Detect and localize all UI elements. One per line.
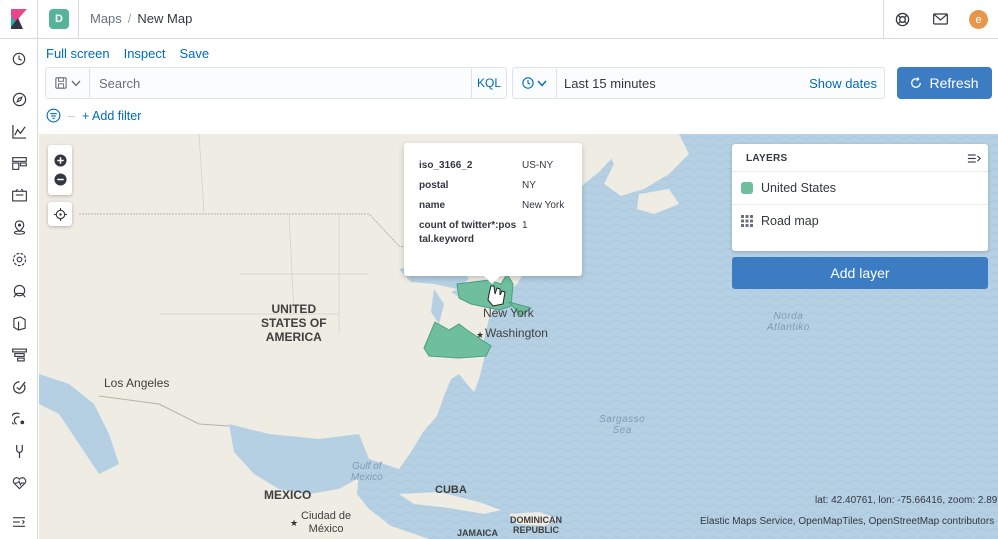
top-nav-menu: Full screen Inspect Save	[46, 46, 209, 61]
refresh-button[interactable]: Refresh	[897, 67, 992, 99]
layer-color-swatch	[741, 182, 753, 194]
tooltip-value: 1	[522, 220, 528, 231]
label-cuba: CUBA	[435, 484, 467, 496]
infrastructure-icon[interactable]	[10, 282, 28, 300]
breadcrumb: Maps / New Map	[90, 11, 192, 26]
header-divider	[883, 0, 884, 39]
label-gulf-of-mexico: Gulf of Mexico	[351, 461, 383, 483]
canvas-icon[interactable]	[10, 186, 28, 204]
grid-icon	[741, 215, 753, 227]
layer-label: United States	[761, 181, 837, 195]
saved-query-button[interactable]	[46, 68, 90, 98]
machine-learning-icon[interactable]	[10, 250, 28, 268]
svg-text:★: ★	[290, 519, 298, 529]
save-disk-icon	[54, 77, 67, 89]
label-jamaica: JAMAICA	[457, 528, 499, 538]
mail-icon[interactable]	[931, 10, 949, 28]
crosshair-icon	[53, 207, 67, 221]
date-picker: Last 15 minutes Show dates	[512, 67, 885, 99]
kibana-logo-icon	[10, 9, 27, 29]
tooltip-key: name	[419, 200, 446, 211]
zoom-in-icon[interactable]	[53, 154, 67, 167]
save-link[interactable]: Save	[180, 46, 210, 61]
label-washington: Washington	[485, 326, 548, 340]
maps-icon[interactable]	[10, 218, 28, 236]
monitoring-icon[interactable]	[10, 474, 28, 492]
label-dominican-republic: DOMINICAN REPUBLIC	[510, 515, 562, 535]
breadcrumb-separator: /	[127, 11, 132, 26]
layers-title: LAYERS	[746, 153, 788, 164]
tooltip-key: count of twitter*:postal.keyword	[419, 220, 517, 245]
chevron-down-icon	[70, 80, 81, 87]
chevron-down-icon	[537, 80, 547, 87]
help-icon[interactable]	[893, 10, 911, 28]
date-range-label[interactable]: Last 15 minutes	[564, 76, 656, 91]
add-filter-button[interactable]: + Add filter	[82, 109, 141, 123]
uptime-icon[interactable]	[10, 378, 28, 396]
tooltip-key: iso_3166_2	[419, 160, 473, 171]
tooltip-key: postal	[419, 180, 449, 191]
label-ciudad-de-mexico: Ciudad de México	[301, 510, 352, 535]
label-los-angeles: Los Angeles	[104, 376, 170, 390]
filter-separator: –	[68, 108, 75, 123]
tooltip-value: US-NY	[522, 160, 554, 171]
refresh-icon	[911, 77, 922, 88]
breadcrumb-current: New Map	[137, 11, 193, 26]
label-usa: UNITED STATES OF AMERICA	[261, 302, 327, 344]
refresh-label: Refresh	[929, 75, 979, 91]
recent-icon[interactable]	[10, 50, 28, 68]
side-navigation	[0, 39, 38, 539]
siem-icon[interactable]	[10, 410, 28, 428]
search-input[interactable]	[90, 68, 473, 98]
space-avatar[interactable]: D	[49, 9, 69, 29]
layers-panel: LAYERS United States Road map	[732, 144, 988, 251]
clock-icon	[522, 77, 534, 89]
map-attribution[interactable]: Elastic Maps Service, OpenMapTiles, Open…	[700, 516, 994, 527]
svg-text:★: ★	[476, 331, 484, 341]
layer-label: Road map	[761, 214, 819, 228]
label-north-atlantic: Norda Atlantiko	[767, 311, 810, 333]
inspect-link[interactable]: Inspect	[124, 46, 166, 61]
layer-item-united-states[interactable]: United States	[732, 171, 988, 204]
query-bar: KQL	[45, 67, 507, 99]
fit-to-data-button[interactable]	[48, 202, 72, 226]
filter-bar: – + Add filter	[46, 108, 141, 123]
tooltip-value: NY	[522, 180, 536, 191]
header-divider	[78, 0, 79, 39]
logs-icon[interactable]	[10, 314, 28, 332]
zoom-controls	[48, 145, 72, 195]
breadcrumb-maps[interactable]: Maps	[90, 11, 122, 26]
apm-icon[interactable]	[10, 346, 28, 364]
dashboard-icon[interactable]	[10, 154, 28, 172]
filter-options-icon[interactable]	[46, 108, 61, 123]
tooltip-value: New York	[522, 200, 565, 211]
visualize-icon[interactable]	[10, 122, 28, 140]
kql-language-toggle[interactable]: KQL	[471, 68, 506, 98]
layer-item-road-map[interactable]: Road map	[732, 204, 988, 237]
tooltip-arrow	[484, 276, 500, 284]
collapse-nav-icon[interactable]	[10, 513, 28, 531]
show-dates-link[interactable]: Show dates	[809, 76, 877, 91]
label-new-york: New York	[483, 306, 534, 320]
collapse-panel-icon[interactable]	[967, 153, 981, 164]
label-mexico: MEXICO	[264, 488, 312, 502]
map-coordinates: lat: 42.40761, lon: -75.66416, zoom: 2.8…	[815, 495, 998, 506]
dev-tools-icon[interactable]	[10, 442, 28, 460]
user-avatar[interactable]: e	[969, 10, 988, 29]
label-sargasso-sea: Sargasso Sea	[599, 414, 646, 436]
kibana-logo[interactable]	[0, 0, 38, 38]
add-layer-button[interactable]: Add layer	[732, 257, 988, 289]
discover-compass-icon[interactable]	[10, 90, 28, 108]
full-screen-link[interactable]: Full screen	[46, 46, 110, 61]
feature-tooltip: iso_3166_2 US-NY postal NY name New York…	[404, 143, 582, 284]
quick-menu-button[interactable]	[513, 68, 557, 98]
zoom-out-icon[interactable]	[53, 173, 67, 186]
